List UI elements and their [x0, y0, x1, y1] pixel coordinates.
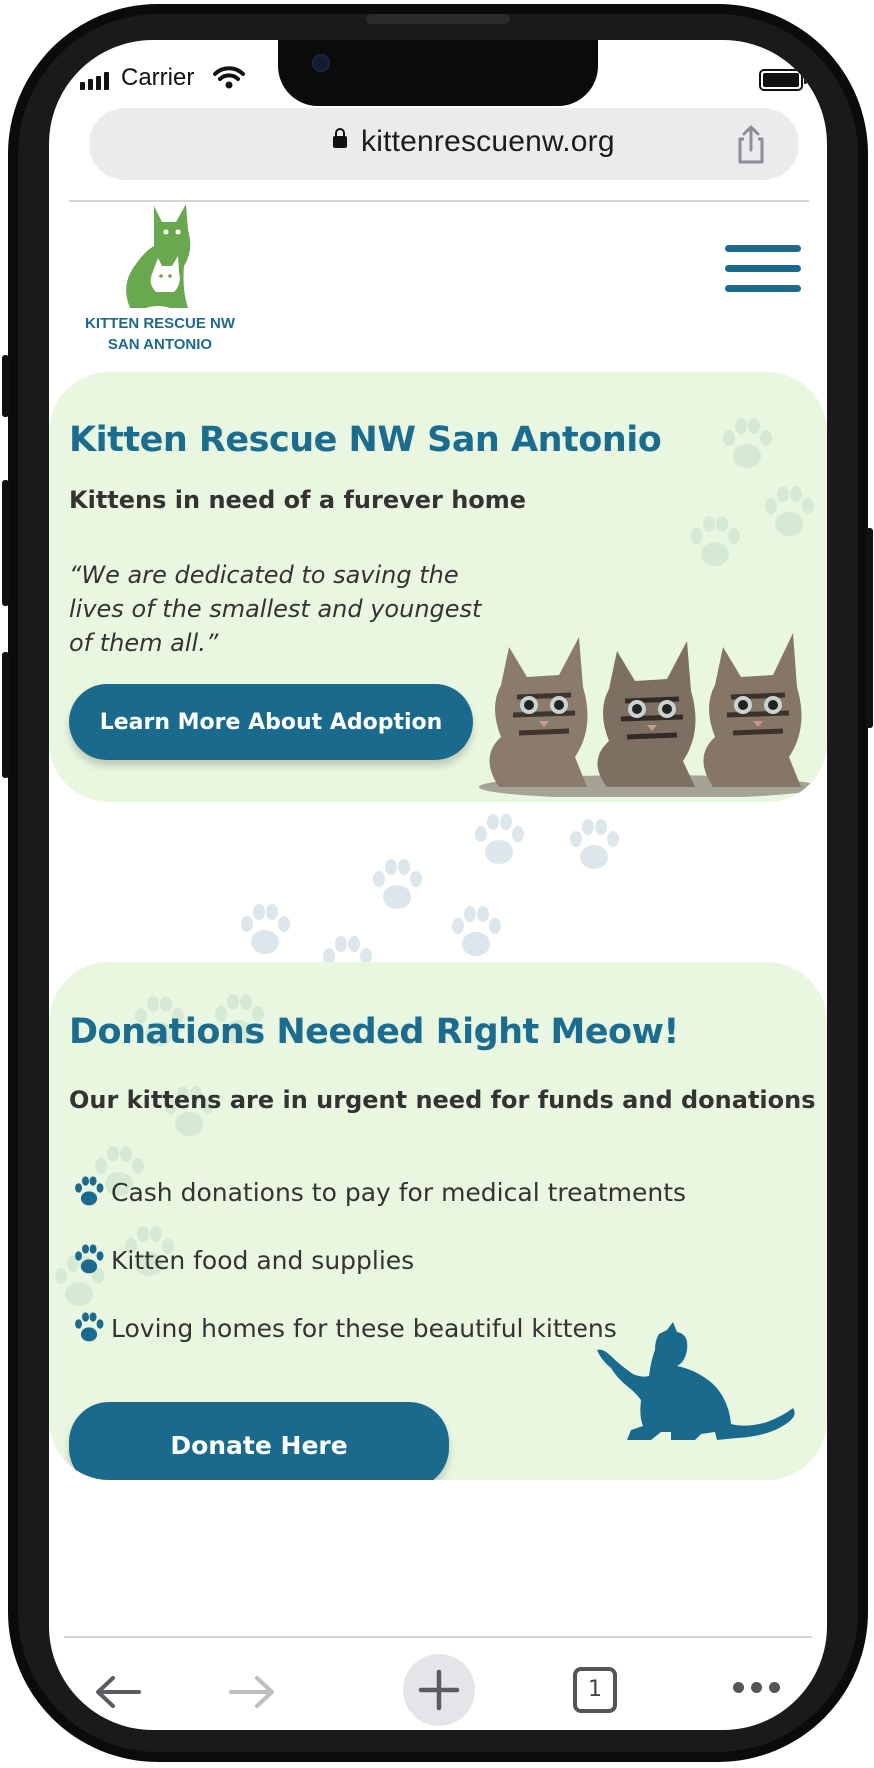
learn-more-adoption-button[interactable]: Learn More About Adoption	[69, 684, 473, 760]
front-camera	[312, 54, 330, 72]
carrier-label: Carrier	[121, 64, 195, 91]
paw-print-icon	[570, 819, 619, 869]
donations-subtitle: Our kittens are in urgent need for funds…	[69, 1086, 816, 1114]
volume-up-button	[2, 480, 9, 606]
list-item-text: Cash donations to pay for medical treatm…	[111, 1177, 687, 1207]
cellular-signal-icon	[80, 72, 109, 90]
site-logo[interactable]: KITTEN RESCUE NW SAN ANTONIO	[74, 200, 246, 360]
notch	[278, 40, 598, 106]
paw-print-icon	[475, 814, 524, 864]
donations-title: Donations Needed Right Meow!	[69, 1012, 679, 1052]
share-icon[interactable]	[731, 124, 771, 166]
paw-bullet-icon	[75, 1244, 104, 1274]
lock-icon	[333, 128, 347, 148]
hero-subtitle: Kittens in need of a furever home	[69, 486, 527, 514]
battery-icon	[759, 69, 807, 91]
address-bar[interactable]: kittenrescuenw.org	[89, 108, 799, 180]
paw-print-icon	[373, 859, 422, 909]
hero-title: Kitten Rescue NW San Antonio	[69, 420, 662, 460]
paw-print-icon	[691, 516, 740, 566]
volume-down-button	[2, 652, 9, 778]
logo-text: KITTEN RESCUE NW SAN ANTONIO	[74, 313, 246, 355]
back-arrow-icon[interactable]	[93, 1672, 143, 1712]
screen: Carrier kittenrescuenw.org KITTEN RESCUE…	[49, 40, 827, 1730]
list-item: Loving homes for these beautiful kittens	[71, 1294, 686, 1362]
donations-card: Donations Needed Right Meow! Our kittens…	[49, 962, 827, 1480]
new-tab-button[interactable]	[403, 1654, 475, 1726]
list-item: Cash donations to pay for medical treatm…	[71, 1158, 686, 1226]
three-kittens-image	[479, 633, 819, 797]
earpiece-speaker	[366, 14, 510, 24]
toolbar-divider	[64, 1636, 812, 1638]
forward-arrow-icon[interactable]	[227, 1672, 277, 1712]
paw-bullet-icon	[75, 1312, 104, 1342]
list-item: Kitten food and supplies	[71, 1226, 686, 1294]
menu-bar-icon	[725, 285, 801, 292]
cat-logo-icon	[126, 204, 191, 308]
paw-print-icon	[765, 486, 814, 536]
tab-switcher-button[interactable]: 1	[573, 1667, 617, 1713]
url-text: kittenrescuenw.org	[361, 125, 615, 158]
power-button	[866, 528, 873, 728]
logo-line2: SAN ANTONIO	[107, 336, 213, 353]
plus-icon	[418, 1669, 460, 1711]
hero-card: Kitten Rescue NW San Antonio Kittens in …	[49, 372, 827, 802]
menu-bar-icon	[725, 265, 801, 272]
paw-print-icon	[241, 904, 290, 954]
logo-line1: KITTEN RESCUE NW	[85, 315, 235, 332]
paw-bullet-icon	[75, 1176, 104, 1206]
mute-switch	[2, 355, 9, 417]
list-item-text: Loving homes for these beautiful kittens	[111, 1313, 617, 1343]
hamburger-menu-button[interactable]	[725, 245, 801, 305]
more-options-icon[interactable]	[733, 1682, 780, 1693]
wifi-icon	[213, 66, 245, 89]
cat-silhouette-icon	[597, 1322, 795, 1440]
paw-print-icon	[723, 418, 772, 468]
donate-button[interactable]: Donate Here	[69, 1402, 449, 1480]
hero-quote: “We are dedicated to saving the lives of…	[69, 561, 482, 657]
paw-print-icon	[452, 906, 501, 956]
menu-bar-icon	[725, 245, 801, 252]
list-item-text: Kitten food and supplies	[111, 1245, 415, 1275]
donation-needs-list: Cash donations to pay for medical treatm…	[71, 1158, 686, 1362]
